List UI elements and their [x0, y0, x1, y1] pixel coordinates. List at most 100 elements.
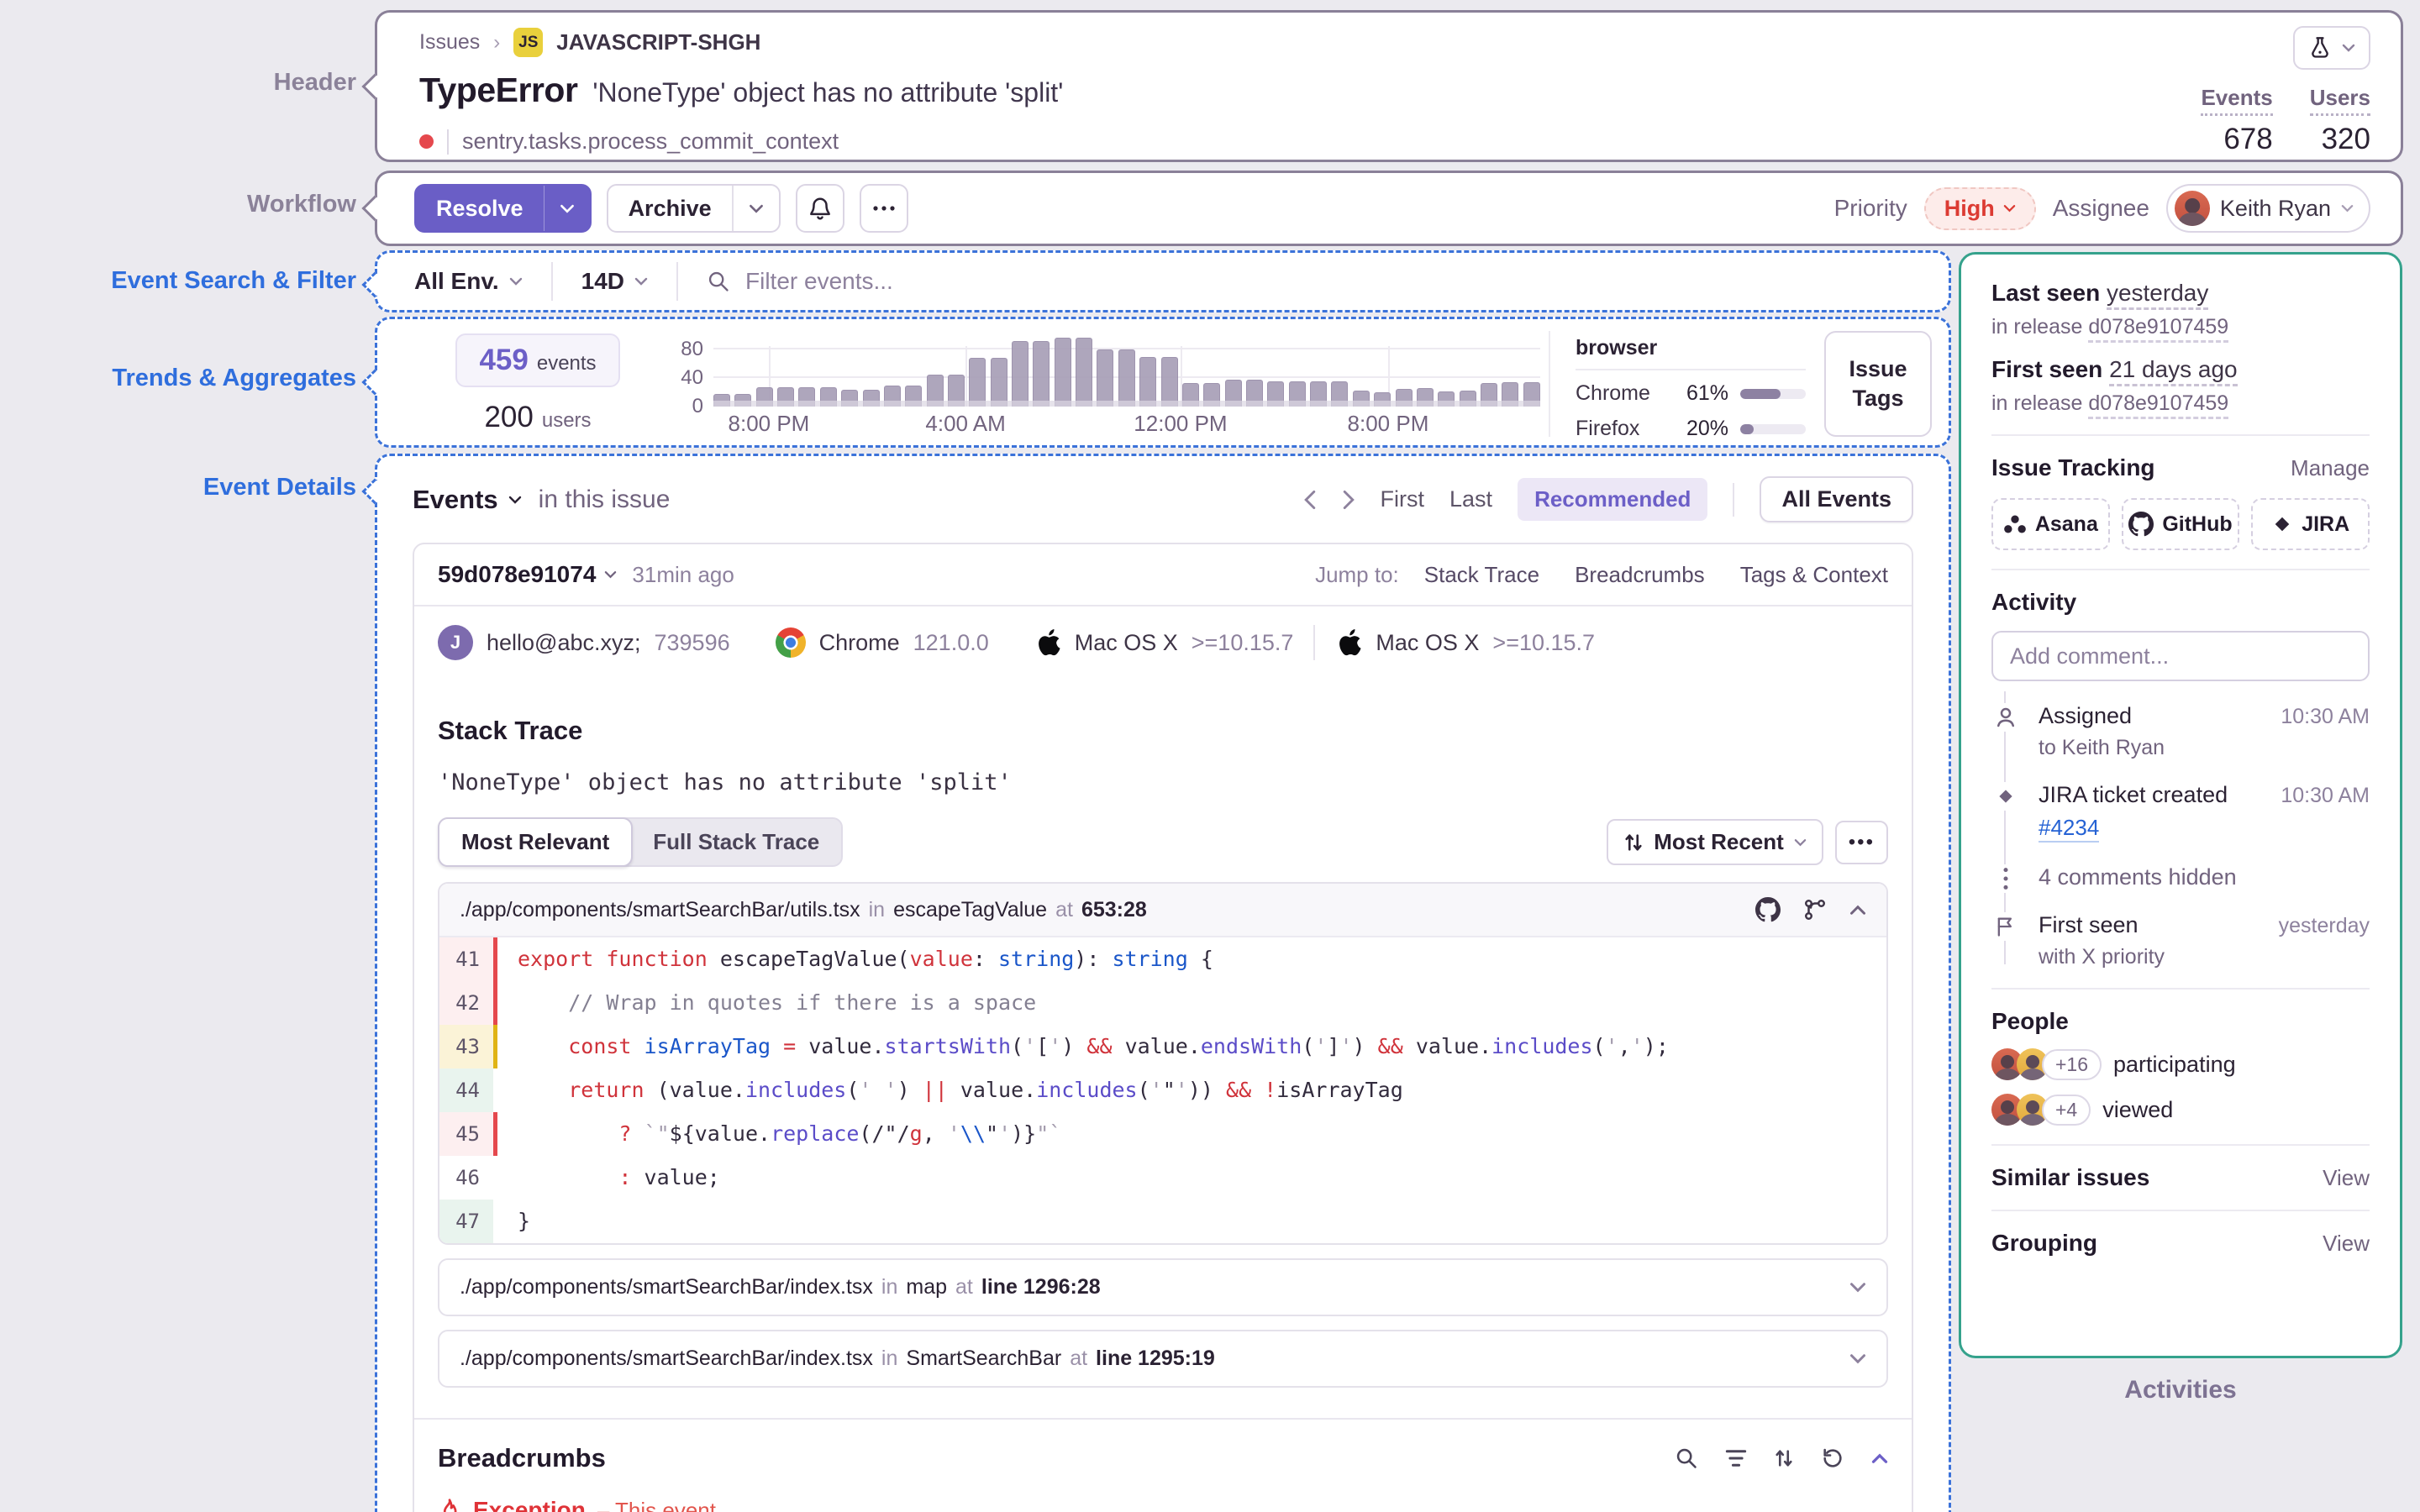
suspect-commit-icon[interactable]	[1802, 897, 1828, 922]
tab-most-relevant[interactable]: Most Relevant	[438, 817, 634, 867]
chart-bar	[1054, 337, 1071, 407]
assignee-avatar	[2174, 191, 2210, 226]
release-link[interactable]: d078e9107459	[2088, 391, 2229, 419]
breadcrumb-issues-link[interactable]: Issues	[419, 30, 480, 55]
subscribe-bell-button[interactable]	[795, 184, 844, 233]
stack-frame-header[interactable]: ./app/components/smartSearchBar/utils.ts…	[439, 884, 1886, 937]
frame-in-label: in	[868, 897, 886, 921]
date-range-dropdown[interactable]: 14D	[581, 268, 648, 295]
activity-ticket-link[interactable]: #4234	[2039, 815, 2100, 843]
events-section-header: Events in this issue First Last Recommen…	[413, 476, 1913, 522]
event-search-input[interactable]: Filter events...	[707, 268, 1912, 295]
chart-x-axis: 8:00 PM 4:00 AM 12:00 PM 8:00 PM	[713, 411, 1540, 437]
resolve-dropdown-button[interactable]	[543, 186, 590, 231]
last-seen-value[interactable]: yesterday	[2106, 280, 2209, 310]
more-actions-button[interactable]	[859, 184, 908, 233]
line-number: 46	[439, 1156, 493, 1200]
people-rows: +16 participating +4 viewed	[1991, 1048, 2370, 1126]
breadcrumbs-sort-icon[interactable]	[1774, 1447, 1794, 1469]
next-event-button[interactable]	[1342, 490, 1355, 510]
users-stat-label[interactable]: Users	[2309, 85, 2370, 116]
resolve-split-button: Resolve	[414, 184, 592, 233]
divider	[676, 262, 678, 301]
activity-item: Assigned 10:30 AM to Keith Ryan	[1991, 703, 2370, 760]
recommended-event-pill[interactable]: Recommended	[1518, 478, 1708, 521]
stack-frame: ./app/components/smartSearchBar/utils.ts…	[438, 882, 1888, 1245]
integration-github-button[interactable]: GitHub	[2121, 498, 2240, 550]
activity-title: 4 comments hidden	[2039, 864, 2237, 890]
people-count-pill[interactable]: +4	[2042, 1094, 2091, 1126]
code-line: 47}	[439, 1200, 1886, 1243]
divider	[1991, 1210, 2370, 1211]
events-title-text[interactable]: Events	[413, 485, 498, 515]
source-code: 41 export function escapeTagValue(value: …	[439, 937, 1886, 1243]
release-link[interactable]: d078e9107459	[2088, 315, 2229, 343]
line-number: 47	[439, 1200, 493, 1243]
activity-time: yesterday	[2278, 914, 2370, 937]
all-events-button[interactable]: All Events	[1760, 476, 1913, 522]
divider	[1991, 1144, 2370, 1146]
sort-value: Most Recent	[1654, 829, 1784, 854]
frame-path: ./app/components/smartSearchBar/utils.ts…	[460, 897, 860, 921]
jump-link-breadcrumbs[interactable]: Breadcrumbs	[1575, 562, 1705, 588]
archive-button[interactable]: Archive	[608, 186, 732, 231]
collapsed-stack-frame[interactable]: ./app/components/smartSearchBar/index.ts…	[438, 1330, 1888, 1388]
tab-full-stack-trace[interactable]: Full Stack Trace	[631, 819, 841, 865]
sidebar-links: Similar issues View Grouping View	[1991, 1144, 2370, 1257]
browser-row: Firefox 20%	[1576, 417, 1806, 441]
frame-location: line 1296:28	[981, 1275, 1101, 1299]
manage-link[interactable]: Manage	[2291, 455, 2370, 481]
frame-in-label: in	[881, 1275, 898, 1299]
breadcrumb-project[interactable]: JAVASCRIPT-SHGH	[556, 29, 760, 55]
sort-arrows-icon	[1623, 832, 1644, 853]
frame-at-label: at	[955, 1275, 973, 1299]
first-event-link[interactable]: First	[1381, 486, 1424, 512]
release-prefix: in release	[1991, 315, 2083, 339]
sort-dropdown[interactable]: Most Recent	[1607, 819, 1823, 865]
environment-dropdown[interactable]: All Env.	[414, 268, 523, 295]
jump-link-stack-trace[interactable]: Stack Trace	[1424, 562, 1539, 588]
priority-dropdown[interactable]: High	[1923, 186, 2036, 230]
activity-sidebar: Last seen yesterday in release d078e9107…	[1959, 252, 2402, 1358]
events-count-unit: events	[536, 352, 597, 375]
breadcrumbs-filter-icon[interactable]	[1725, 1448, 1747, 1468]
collapse-frame-icon[interactable]	[1849, 905, 1866, 916]
assignee-dropdown[interactable]: Keith Ryan	[2165, 184, 2370, 233]
archive-dropdown-button[interactable]	[731, 186, 779, 231]
people-count-pill[interactable]: +16	[2042, 1048, 2102, 1080]
view-link[interactable]: View	[2323, 1165, 2370, 1191]
integration-jira-button[interactable]: JIRA	[2251, 498, 2370, 550]
view-link[interactable]: View	[2323, 1231, 2370, 1257]
breadcrumbs-replay-icon[interactable]	[1821, 1446, 1844, 1470]
stack-trace-more-button[interactable]: •••	[1834, 820, 1888, 864]
breadcrumbs-heading: Breadcrumbs	[438, 1443, 606, 1473]
event-id: 59d078e91074	[438, 561, 597, 587]
breadcrumbs-search-icon[interactable]	[1675, 1446, 1698, 1470]
events-stat-label[interactable]: Events	[2201, 85, 2273, 116]
chart-bar	[1139, 356, 1157, 407]
code-line: 44 return (value.includes(' ') || value.…	[439, 1068, 1886, 1112]
experiment-menu-button[interactable]	[2293, 26, 2370, 70]
people-row: +4 viewed	[1991, 1094, 2370, 1126]
jump-link-tags-context[interactable]: Tags & Context	[1740, 562, 1888, 588]
divider	[550, 262, 553, 301]
last-event-link[interactable]: Last	[1449, 486, 1492, 512]
stack-trace-controls: Most Relevant Full Stack Trace Most Recen…	[438, 817, 1888, 867]
event-id-dropdown[interactable]: 59d078e91074	[438, 561, 617, 588]
breadcrumb-exception-row: Exception – This event	[438, 1497, 1888, 1512]
resolve-button[interactable]: Resolve	[416, 186, 544, 231]
github-icon[interactable]	[1755, 897, 1781, 922]
browser-meter	[1740, 423, 1806, 434]
stack-trace-heading: Stack Trace	[438, 716, 583, 745]
people-avatars	[1991, 1048, 2049, 1080]
add-comment-input[interactable]: Add comment...	[1991, 631, 2370, 681]
breadcrumbs-collapse-icon[interactable]	[1871, 1452, 1888, 1464]
integration-asana-button[interactable]: Asana	[1991, 498, 2110, 550]
chart-bar	[990, 358, 1007, 407]
collapsed-stack-frame[interactable]: ./app/components/smartSearchBar/index.ts…	[438, 1258, 1888, 1316]
first-seen-value[interactable]: 21 days ago	[2109, 356, 2238, 386]
line-number: 44	[439, 1068, 493, 1112]
events-count-pill: 459 events	[455, 333, 620, 387]
issue-tags-button[interactable]: Issue Tags	[1824, 331, 1932, 437]
previous-event-button[interactable]	[1303, 490, 1317, 510]
